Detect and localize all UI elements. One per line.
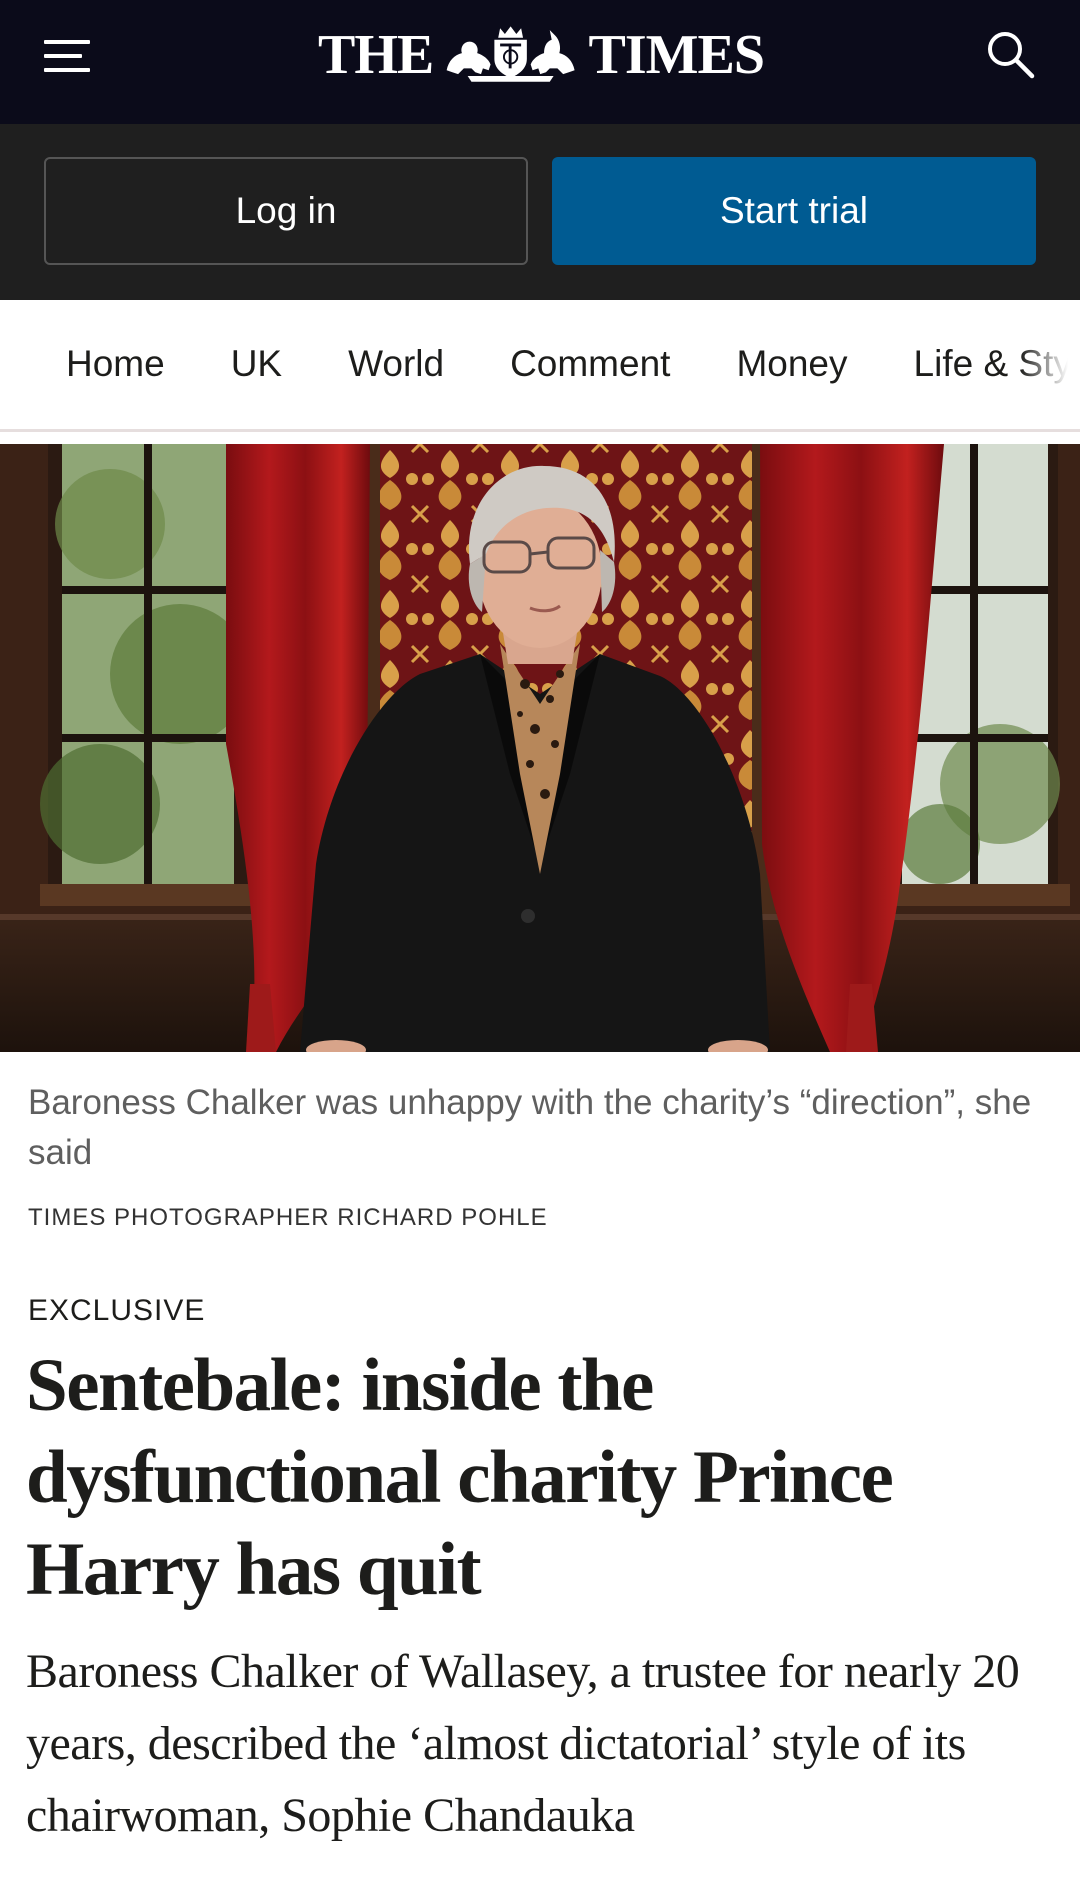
masthead: THE TIMES [0, 0, 1080, 124]
start-trial-button[interactable]: Start trial [552, 157, 1036, 265]
logo-word-the: THE [318, 24, 434, 86]
photo-credit: TIMES PHOTOGRAPHER RICHARD POHLE [28, 1204, 548, 1231]
article-standfirst: Baroness Chalker of Wallasey, a trustee … [26, 1645, 1020, 1842]
nav-item-comment[interactable]: Comment [510, 340, 670, 388]
logo-word-times: TIMES [588, 24, 765, 86]
article-kicker: EXCLUSIVE [28, 1294, 206, 1327]
nav-item-world[interactable]: World [348, 340, 444, 388]
article-headline: Sentebale: inside the dysfunctional char… [26, 1344, 894, 1611]
account-bar: Log in Start trial [0, 124, 1080, 300]
hero-photo [0, 444, 1080, 1052]
section-nav: Home UK World Comment Money Life & Style [0, 300, 1080, 432]
search-icon[interactable] [984, 28, 1036, 80]
nav-item-uk[interactable]: UK [231, 340, 282, 388]
nav-item-home[interactable]: Home [66, 340, 165, 388]
the-times-logo[interactable]: THE TIMES [318, 22, 765, 88]
section-nav-list: Home UK World Comment Money Life & Style [66, 340, 1080, 388]
login-button[interactable]: Log in [44, 157, 528, 265]
nav-item-money[interactable]: Money [736, 340, 847, 388]
hamburger-menu-icon[interactable] [44, 38, 92, 74]
royal-crest-icon [446, 26, 575, 82]
photo-caption: Baroness Chalker was unhappy with the ch… [28, 1083, 1032, 1172]
nav-scroll-fade [1020, 300, 1080, 429]
